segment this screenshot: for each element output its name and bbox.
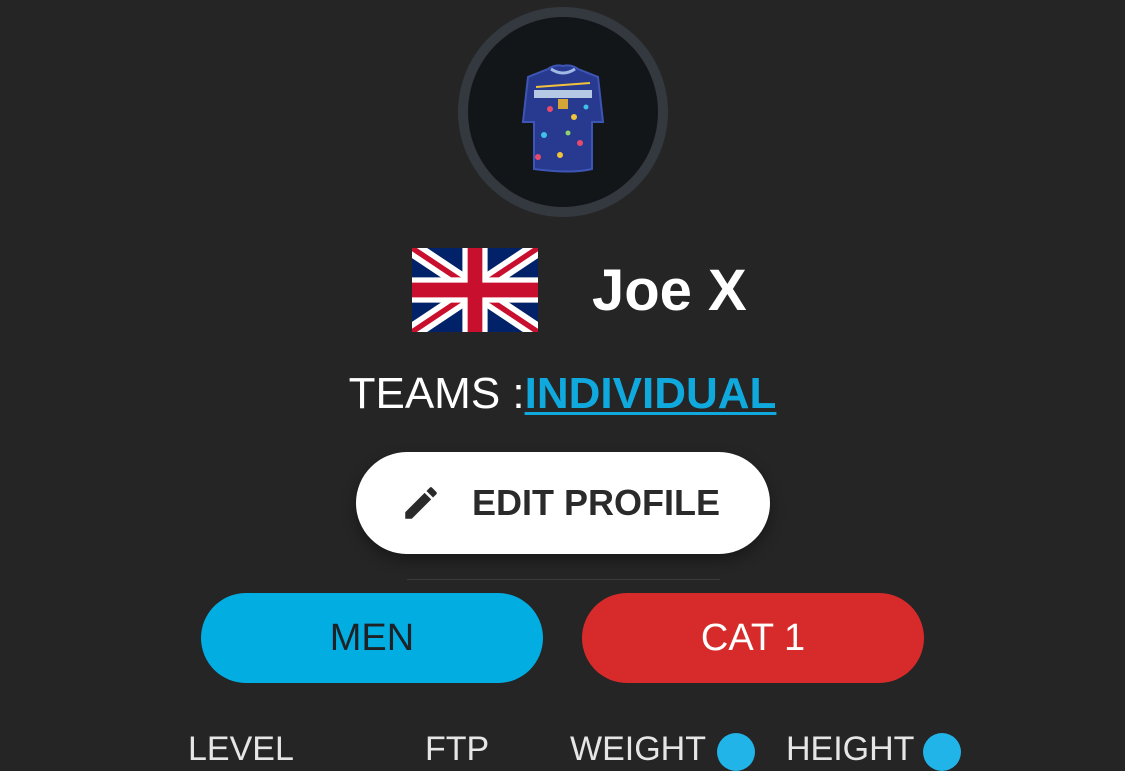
cycling-jersey-icon <box>521 64 605 173</box>
teams-label: TEAMS : <box>348 369 525 418</box>
edit-profile-label: EDIT PROFILE <box>472 482 721 523</box>
pencil-icon <box>405 487 437 519</box>
rider-name: Joe X <box>592 258 747 323</box>
uk-flag-icon <box>412 248 538 332</box>
category-badge[interactable]: CAT 1 <box>582 593 924 683</box>
gender-badge[interactable]: MEN <box>201 593 543 683</box>
divider <box>407 579 720 580</box>
edit-profile-button[interactable]: EDIT PROFILE <box>356 452 770 554</box>
weight-info-icon[interactable] <box>717 733 755 771</box>
team-link[interactable]: INDIVIDUAL <box>525 369 777 418</box>
avatar[interactable] <box>458 7 668 217</box>
stat-label-ftp: FTP <box>425 730 490 768</box>
stat-label-height: HEIGHT <box>786 730 915 768</box>
stat-label-level: LEVEL <box>188 730 294 768</box>
height-info-icon[interactable] <box>923 733 961 771</box>
avatar-image <box>468 17 658 207</box>
stat-label-weight: WEIGHT <box>570 730 706 768</box>
stats-row: LEVEL FTP WEIGHT HEIGHT <box>0 729 1125 771</box>
teams-row: TEAMS :INDIVIDUAL <box>0 367 1125 421</box>
